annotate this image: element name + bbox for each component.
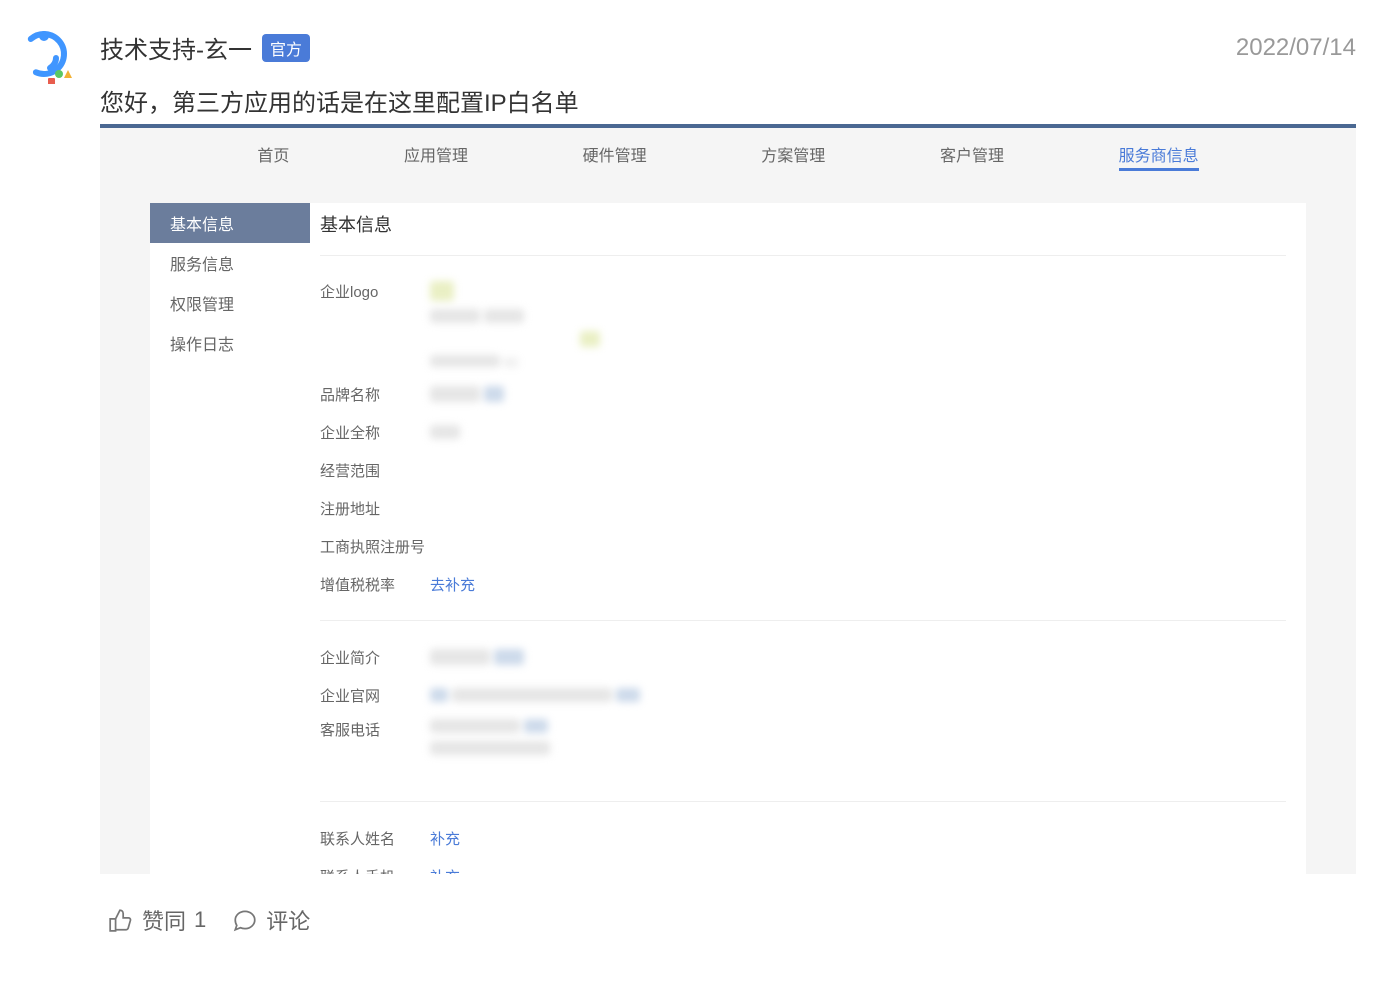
like-button[interactable]: 赞同 1 (108, 904, 206, 936)
field-value-logo: 80 (430, 281, 1286, 370)
field-label-address: 注册地址 (320, 498, 430, 519)
field-label-vat: 增值税税率 (320, 574, 430, 595)
like-label: 赞同 (142, 904, 186, 936)
field-label-website: 企业官网 (320, 685, 430, 706)
field-label-logo: 企业logo (320, 281, 430, 302)
field-value-intro (430, 649, 1286, 665)
sidebar-item-permission[interactable]: 权限管理 (150, 283, 310, 323)
field-value-brand (430, 386, 1286, 402)
field-label-contact-phone: 联系人手机 (320, 866, 430, 875)
contact-name-fill-link[interactable]: 补充 (430, 828, 460, 849)
comment-label: 评论 (266, 904, 310, 936)
tab-hw-mgmt[interactable]: 硬件管理 (583, 140, 647, 171)
contact-phone-fill-link[interactable]: 补充 (430, 866, 460, 875)
author-avatar[interactable] (20, 30, 74, 84)
vat-fill-link[interactable]: 去补充 (430, 574, 475, 595)
field-label-scope: 经营范围 (320, 460, 430, 481)
tab-customer-mgmt[interactable]: 客户管理 (940, 140, 1004, 171)
tab-provider-info[interactable]: 服务商信息 (1119, 140, 1199, 171)
comment-icon (232, 907, 258, 933)
panel-title: 基本信息 (320, 211, 1286, 256)
sidebar-item-service[interactable]: 服务信息 (150, 243, 310, 283)
field-label-brand: 品牌名称 (320, 384, 430, 405)
author-name: 技术支持-玄一 (100, 30, 252, 65)
sidebar: 基本信息 服务信息 权限管理 操作日志 (150, 203, 310, 874)
post-message: 您好，第三方应用的话是在这里配置IP白名单 (100, 83, 1356, 118)
field-value-fullname (430, 425, 1286, 439)
thumbs-up-icon (108, 907, 134, 933)
field-label-phone: 客服电话 (320, 719, 430, 740)
field-label-contact-name: 联系人姓名 (320, 828, 430, 849)
comment-button[interactable]: 评论 (232, 904, 310, 936)
field-value-website (430, 688, 1286, 702)
field-label-intro: 企业简介 (320, 647, 430, 668)
tab-home[interactable]: 首页 (257, 140, 289, 171)
sidebar-item-basic[interactable]: 基本信息 (150, 203, 310, 243)
tabs-bar: 首页 应用管理 硬件管理 方案管理 客户管理 服务商信息 (100, 128, 1356, 183)
field-value-phone (430, 719, 1286, 755)
embedded-screenshot: 首页 应用管理 硬件管理 方案管理 客户管理 服务商信息 基本信息 服务信息 权… (100, 124, 1356, 874)
sidebar-item-log[interactable]: 操作日志 (150, 323, 310, 363)
tab-app-mgmt[interactable]: 应用管理 (404, 140, 468, 171)
field-label-license: 工商执照注册号 (320, 536, 430, 557)
timestamp: 2022/07/14 (1236, 34, 1356, 62)
official-badge: 官方 (262, 34, 310, 62)
field-label-fullname: 企业全称 (320, 422, 430, 443)
tab-plan-mgmt[interactable]: 方案管理 (761, 140, 825, 171)
like-count: 1 (194, 907, 206, 933)
